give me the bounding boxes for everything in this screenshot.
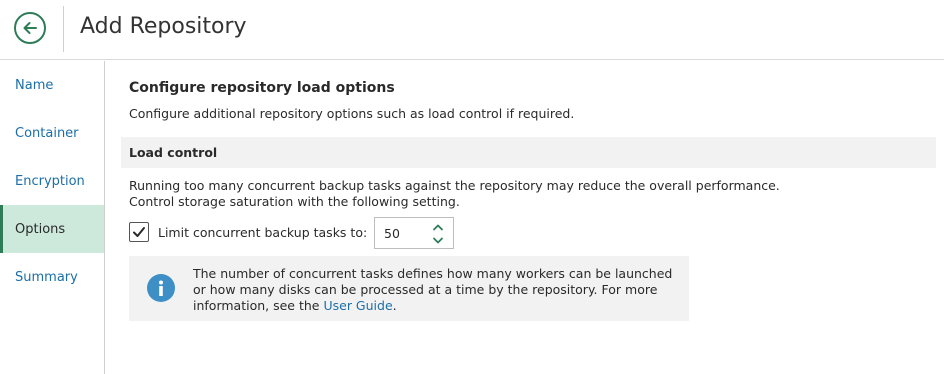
sidebar-item-summary[interactable]: Summary (0, 253, 104, 301)
user-guide-link[interactable]: User Guide (323, 298, 392, 313)
task-limit-input[interactable] (375, 218, 427, 248)
sidebar-item-label: Name (15, 77, 54, 93)
sidebar-item-encryption[interactable]: Encryption (0, 157, 104, 205)
sidebar-item-container[interactable]: Container (0, 109, 104, 157)
sidebar-item-label: Summary (15, 269, 78, 285)
main-content: Configure repository load options Config… (105, 61, 944, 374)
wizard-steps-sidebar: Name Container Encryption Options Summar… (0, 61, 105, 374)
info-icon (147, 274, 175, 302)
load-control-header: Load control (121, 137, 936, 168)
chevron-down-icon (433, 237, 443, 243)
sidebar-item-label: Encryption (15, 173, 85, 189)
section-title: Configure repository load options (129, 80, 395, 96)
checkmark-icon (133, 227, 145, 237)
info-panel: The number of concurrent tasks defines h… (129, 256, 689, 321)
info-text-body: The number of concurrent tasks defines h… (193, 266, 673, 313)
limit-tasks-checkbox[interactable] (129, 222, 149, 242)
arrow-left-icon (23, 22, 37, 34)
sidebar-item-name[interactable]: Name (0, 61, 104, 109)
limit-tasks-label[interactable]: Limit concurrent backup tasks to: (158, 225, 367, 240)
header-divider (63, 6, 64, 52)
increment-button[interactable] (427, 220, 449, 233)
back-button[interactable] (14, 12, 46, 44)
task-limit-stepper[interactable] (374, 217, 454, 249)
load-control-description: Running too many concurrent backup tasks… (129, 178, 780, 209)
page-title: Add Repository (80, 14, 247, 39)
section-description: Configure additional repository options … (129, 106, 575, 121)
decrement-button[interactable] (427, 234, 449, 247)
chevron-up-icon (433, 224, 443, 230)
load-control-title: Load control (129, 145, 218, 160)
sidebar-item-label: Container (15, 125, 79, 141)
info-text: The number of concurrent tasks defines h… (193, 266, 673, 314)
sidebar-item-options[interactable]: Options (0, 205, 104, 253)
info-text-end: . (392, 298, 397, 313)
sidebar-item-label: Options (15, 221, 66, 237)
wizard-header: Add Repository (0, 0, 944, 60)
